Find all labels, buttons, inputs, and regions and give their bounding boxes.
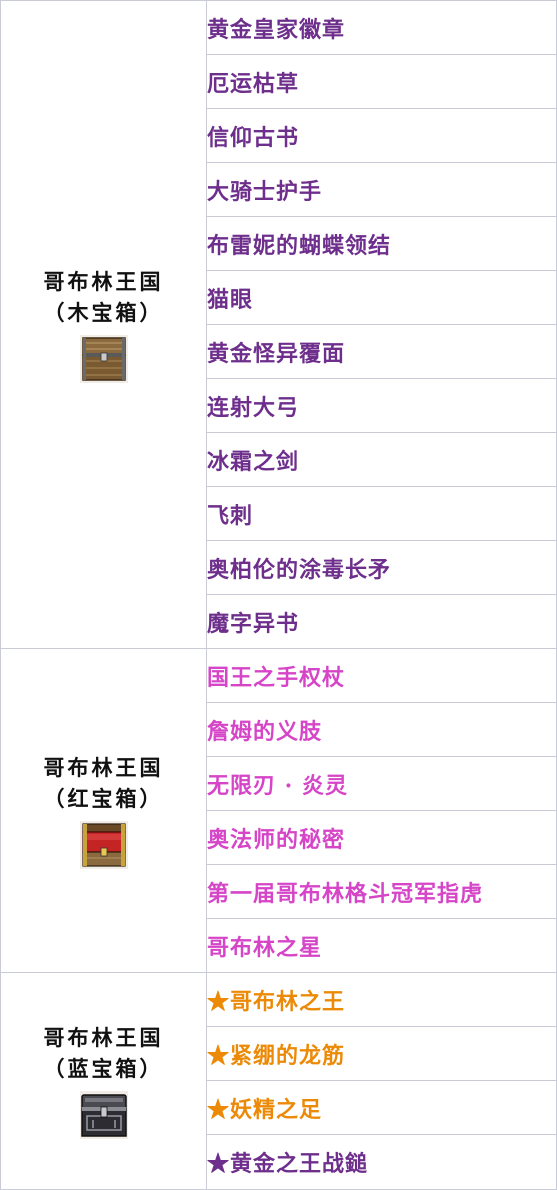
blue-chest-icon (79, 1091, 128, 1139)
item-17: 第一届哥布林格斗冠军指虎 (206, 864, 557, 919)
item-22: ★黄金之王战鎚 (206, 1134, 557, 1190)
group-subtitle: （红宝箱） (43, 785, 164, 811)
item-4: 大骑士护手 (206, 162, 557, 217)
group-subtitle: （木宝箱） (43, 299, 164, 325)
group-name: 哥布林王国 (43, 1025, 164, 1050)
item-16: 奥法师的秘密 (206, 810, 557, 865)
item-5: 布雷妮的蝴蝶领结 (206, 216, 557, 271)
item-1: 黄金皇家徽章 (206, 0, 557, 55)
item-8: 连射大弓 (206, 378, 557, 433)
item-13: 国王之手权杖 (206, 648, 557, 703)
group-subtitle: （蓝宝箱） (43, 1056, 164, 1081)
item-14: 詹姆的义肢 (206, 702, 557, 757)
item-7: 黄金怪异覆面 (206, 324, 557, 379)
item-6: 猫眼 (206, 270, 557, 325)
loot-table: 哥布林王国 （木宝箱） 黄金皇家徽章 厄运枯草 信仰古书 大骑士护手 布雷妮的蝴… (0, 0, 557, 1190)
group-red-chest: 哥布林王国 （红宝箱） (0, 648, 207, 973)
item-20: ★紧绷的龙筋 (206, 1026, 557, 1081)
item-15: 无限刃 · 炎灵 (206, 756, 557, 811)
item-21: ★妖精之足 (206, 1080, 557, 1135)
item-18: 哥布林之星 (206, 918, 557, 973)
group-name: 哥布林王国 (43, 268, 164, 294)
item-2: 厄运枯草 (206, 54, 557, 109)
red-chest-icon (79, 820, 128, 869)
item-12: 魔字异书 (206, 594, 557, 649)
item-9: 冰霜之剑 (206, 432, 557, 487)
group-blue-chest: 哥布林王国 （蓝宝箱） (0, 972, 207, 1190)
item-19: ★哥布林之王 (206, 972, 557, 1027)
group-name: 哥布林王国 (43, 754, 164, 780)
item-3: 信仰古书 (206, 108, 557, 163)
group-wooden-chest: 哥布林王国 （木宝箱） (0, 0, 207, 649)
item-11: 奥柏伦的涂毒长矛 (206, 540, 557, 595)
item-10: 飞刺 (206, 486, 557, 541)
wooden-chest-icon (79, 334, 128, 383)
